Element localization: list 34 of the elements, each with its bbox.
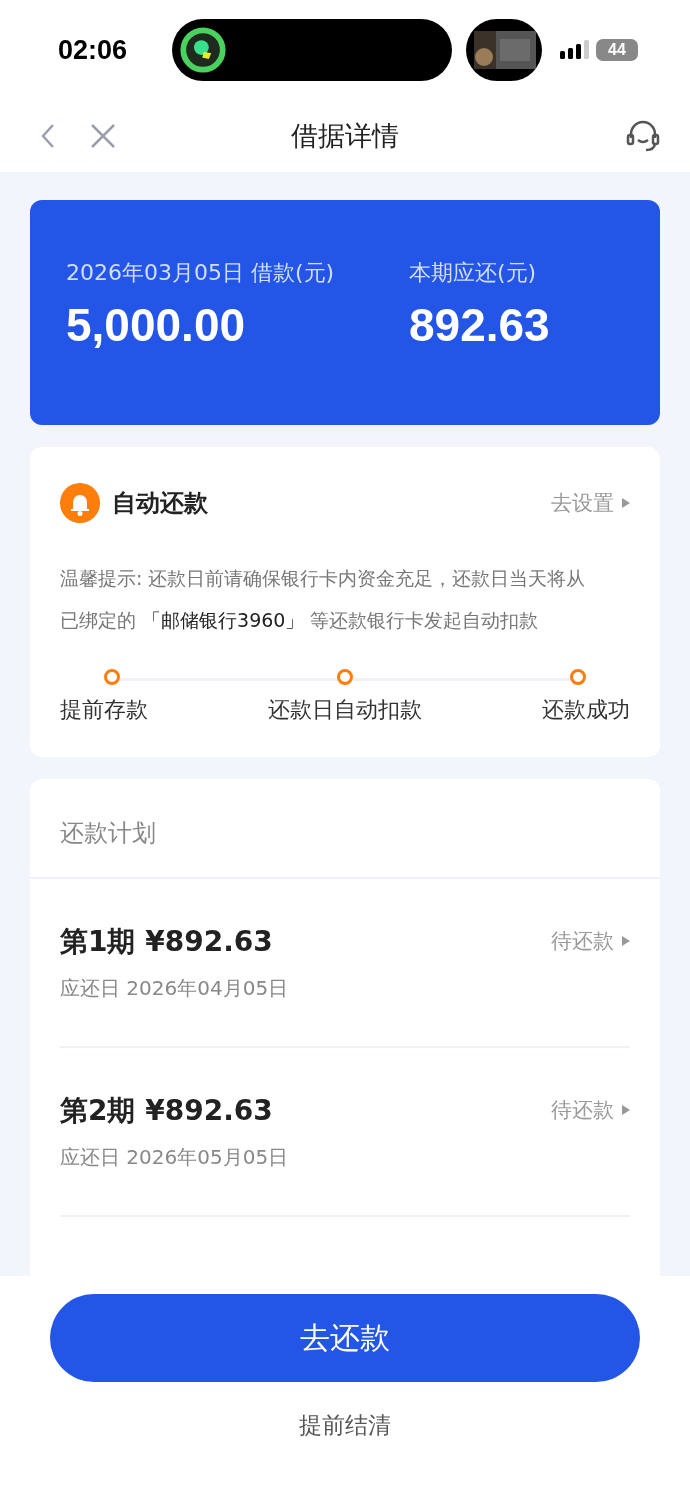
repay-button[interactable]: 去还款: [50, 1294, 640, 1382]
caret-icon: [622, 936, 630, 946]
installment-row[interactable]: 第2期 ¥892.63 应还日 2026年05月05日 待还款: [60, 1048, 630, 1217]
step-dot: [337, 669, 353, 685]
loan-amount: 5,000.00: [66, 298, 247, 352]
loan-label: 2026年03月05日 借款(元): [66, 259, 336, 287]
notice-text: 温馨提示: 还款日前请确保银行卡内资金充足，还款日当天将从已绑定的 「邮储银行3960」 等还款银行卡发起自动扣款: [60, 566, 587, 633]
step-label: 提前存款: [60, 696, 148, 724]
headset-icon[interactable]: [626, 119, 660, 153]
due-date: 应还日 2026年05月05日: [60, 1144, 289, 1171]
plan-title: 还款计划: [30, 779, 660, 879]
installment-row[interactable]: 第1期 ¥892.63 应还日 2026年04月05日 待还款: [60, 879, 630, 1048]
caret-icon: [622, 1105, 630, 1115]
due-amount: 892.63: [409, 298, 550, 352]
installment-amount: 第1期 ¥892.63: [60, 924, 274, 960]
installment-status: 待还款: [551, 1097, 614, 1124]
due-date: 应还日 2026年04月05日: [60, 975, 289, 1002]
auto-repay-title: 自动还款: [112, 488, 208, 519]
step-dot: [104, 669, 120, 685]
app-activity-icon: [180, 27, 226, 73]
signal-icon: [560, 39, 590, 61]
page-title: 借据详情: [290, 119, 400, 153]
installment-status: 待还款: [551, 928, 614, 955]
close-icon[interactable]: [90, 123, 116, 149]
step-dot: [570, 669, 586, 685]
battery-indicator: 44: [596, 39, 638, 61]
bell-icon: [60, 483, 100, 523]
step-label: 还款日自动扣款: [268, 696, 422, 724]
installment-amount: 第2期 ¥892.63: [60, 1093, 274, 1129]
early-settlement-link[interactable]: 提前结清: [295, 1406, 395, 1445]
due-label: 本期应还(元): [409, 259, 538, 287]
step-label: 还款成功: [542, 696, 630, 724]
status-time: 02:06: [58, 34, 129, 66]
caret-icon: [622, 498, 630, 508]
